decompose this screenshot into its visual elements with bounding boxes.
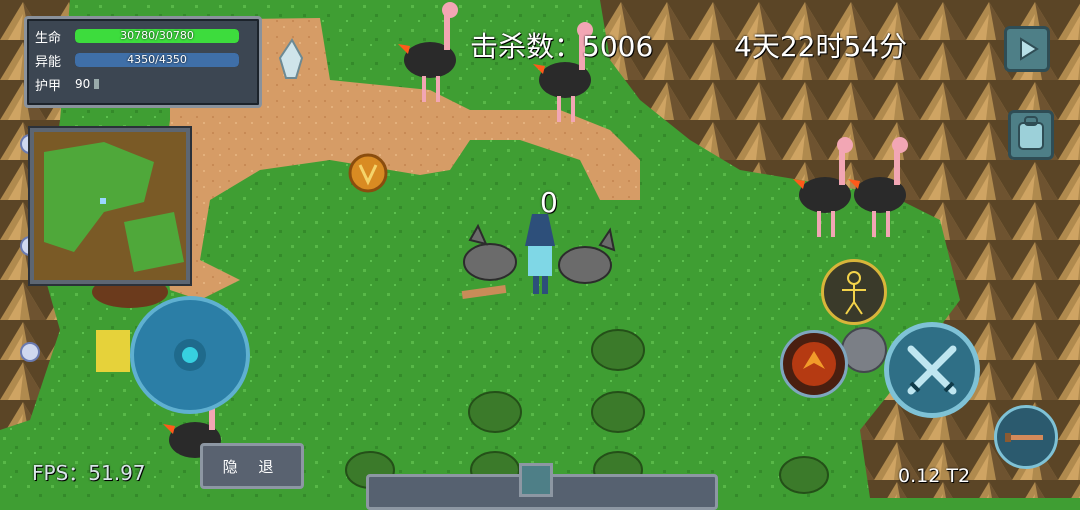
kill-count: 击杀数：5006 <box>470 30 654 63</box>
item-slot-toggle[interactable] <box>519 463 553 497</box>
damage-number: 0 <box>540 186 558 219</box>
game-time: 4天22时54分 <box>734 30 908 63</box>
minimap-terrain <box>34 132 186 280</box>
attack-button[interactable] <box>884 322 980 418</box>
version-label: 0.12 T2 <box>898 465 971 487</box>
armor-label: 护甲 <box>35 78 62 94</box>
gold-rune-item <box>348 153 388 193</box>
backpack-icon <box>1018 116 1044 150</box>
armor-value: 90 <box>75 77 91 91</box>
energy-bar: 4350/4350 <box>75 53 239 67</box>
crossed-swords-icon <box>907 345 957 395</box>
fps-counter: FPS：51.97 <box>32 461 146 485</box>
energy-value: 4350/4350 <box>127 53 187 66</box>
armor-bar <box>94 79 100 89</box>
hp-row: 生命 30780/30780 <box>35 27 239 46</box>
weapon-swap-button[interactable] <box>994 405 1058 469</box>
virtual-joystick[interactable] <box>130 296 250 414</box>
play-icon <box>1020 37 1039 61</box>
character-button[interactable] <box>821 259 887 325</box>
character-icon <box>842 271 866 315</box>
energy-row: 异能 4350/4350 <box>35 51 239 70</box>
hp-bar: 30780/30780 <box>75 29 239 43</box>
minimap[interactable] <box>30 128 190 284</box>
weapon-icon <box>1005 433 1043 442</box>
player-stats-panel: 生命 30780/30780 异能 4350/4350 护甲 90 <box>24 16 262 108</box>
backpack-button[interactable] <box>1008 110 1054 160</box>
armor-row: 护甲 90 <box>35 75 100 94</box>
hide-button[interactable]: 隐 退 <box>200 443 304 489</box>
hp-label: 生命 <box>35 30 62 46</box>
hp-value: 30780/30780 <box>120 29 194 42</box>
fire-skill-icon <box>792 342 836 386</box>
hide-button-label: 隐 退 <box>222 457 282 476</box>
bottom-item-bar[interactable] <box>366 463 718 510</box>
play-button[interactable] <box>1004 26 1050 72</box>
grey-boulder <box>841 327 887 373</box>
joystick-icon <box>174 339 206 371</box>
fire-skill-button[interactable] <box>780 330 848 398</box>
energy-label: 异能 <box>35 54 62 70</box>
